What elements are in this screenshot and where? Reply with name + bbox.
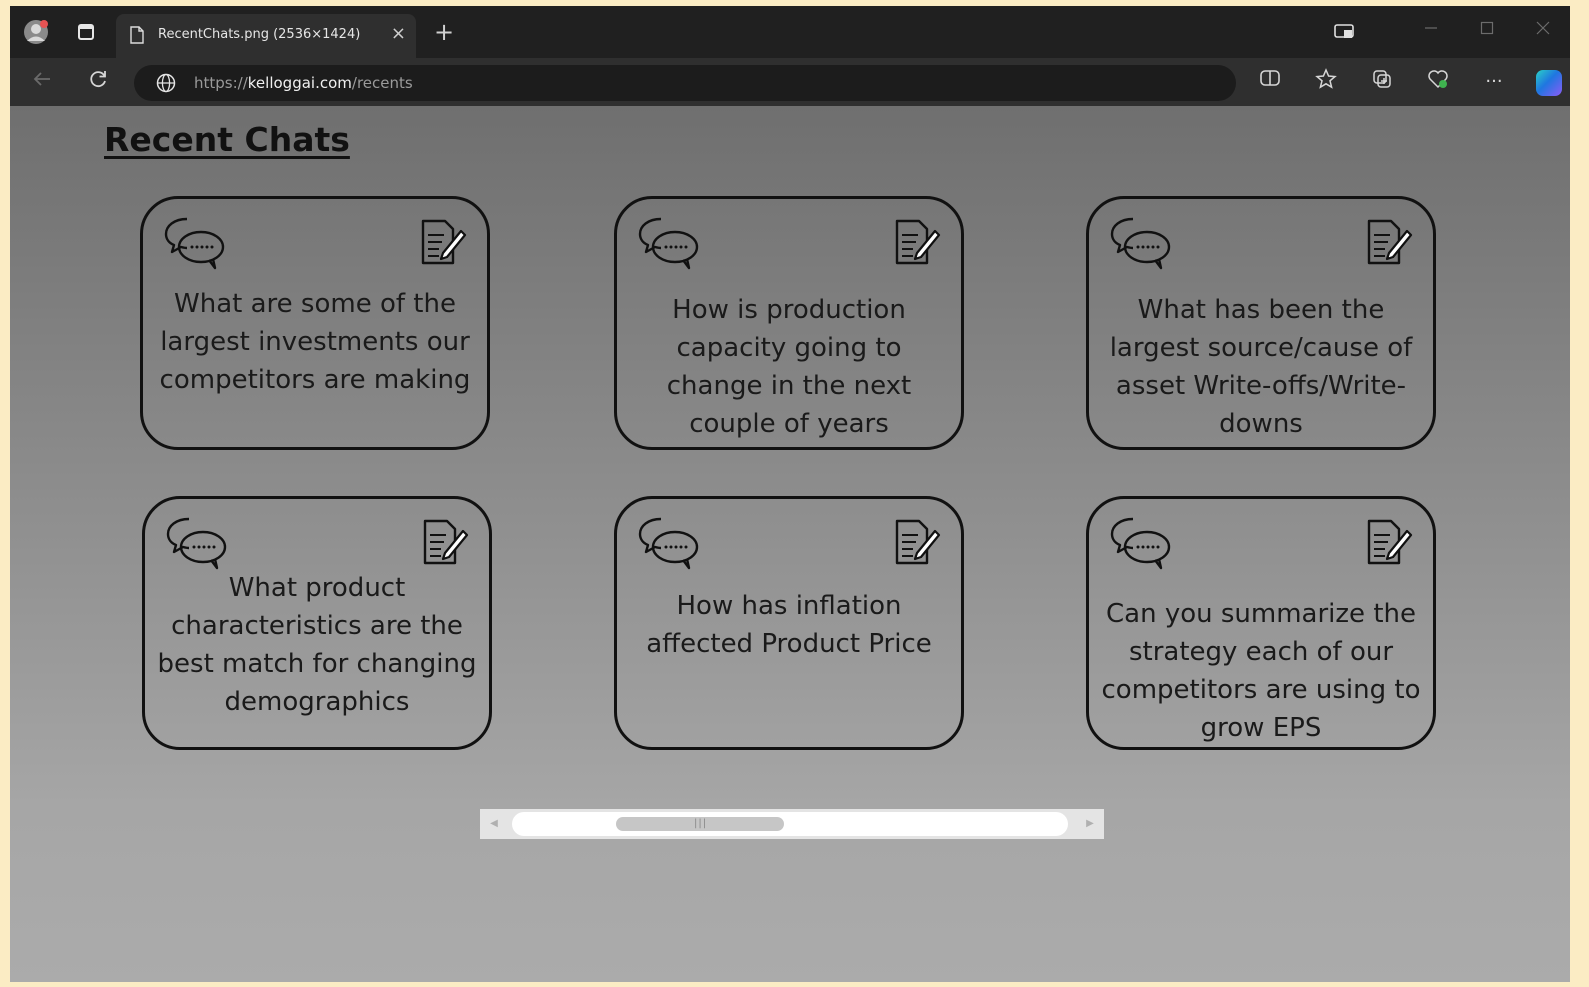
horizontal-scrollbar[interactable]: ◀ ||| ▶	[480, 809, 1104, 839]
grip-icon: |||	[694, 818, 708, 829]
active-tab[interactable]: RecentChats.png (2536×1424) ×	[116, 14, 416, 58]
chat-bubbles-icon	[1110, 217, 1171, 270]
chat-bubbles-icon	[166, 517, 227, 570]
chat-bubbles-icon	[638, 517, 699, 570]
reading-view-icon[interactable]	[1256, 68, 1284, 96]
tab-actions-icon[interactable]	[72, 18, 100, 46]
edit-document-icon[interactable]	[1363, 517, 1413, 567]
new-tab-button[interactable]: +	[434, 20, 454, 44]
profile-avatar-icon[interactable]	[22, 18, 50, 46]
chat-bubbles-icon	[638, 217, 699, 270]
close-window-icon[interactable]	[1536, 20, 1550, 39]
document-icon	[130, 26, 144, 44]
edit-document-icon[interactable]	[1363, 217, 1413, 267]
address-bar[interactable]: https://kelloggai.com/recents	[134, 65, 1236, 101]
recent-chat-card[interactable]: Can you summarize the strategy each of o…	[1086, 496, 1436, 750]
collections-icon[interactable]	[1368, 68, 1396, 96]
browser-window: RecentChats.png (2536×1424) × + https://…	[10, 6, 1570, 982]
chat-question-text: What are some of the largest investments…	[159, 289, 471, 395]
browser-essentials-icon[interactable]	[1424, 68, 1452, 96]
scrollbar-track[interactable]: |||	[512, 812, 1068, 836]
close-tab-icon[interactable]: ×	[391, 24, 406, 44]
copilot-icon[interactable]	[1536, 70, 1562, 96]
chat-bubbles-icon	[1110, 517, 1171, 570]
chat-question-text: What product characteristics are the bes…	[157, 573, 477, 717]
split-screen-icon[interactable]	[1330, 18, 1358, 46]
chat-question-text: How has inflation affected Product Price	[646, 591, 932, 659]
page-viewport: Recent Chats What are some of the larges…	[10, 106, 1570, 982]
recent-chat-card[interactable]: What has been the largest source/cause o…	[1086, 196, 1436, 450]
url-text: https://kelloggai.com/recents	[194, 74, 413, 92]
favorite-star-icon[interactable]	[1312, 68, 1340, 96]
chat-question-text: What has been the largest source/cause o…	[1109, 295, 1413, 439]
navigation-bar: https://kelloggai.com/recents ···	[10, 58, 1570, 106]
more-menu-icon[interactable]: ···	[1480, 68, 1508, 96]
back-arrow-icon[interactable]	[28, 68, 56, 96]
scroll-right-arrow-icon[interactable]: ▶	[1082, 816, 1098, 832]
chat-question-text: Can you summarize the strategy each of o…	[1101, 599, 1421, 743]
tab-title: RecentChats.png (2536×1424)	[158, 27, 361, 42]
recent-chat-card[interactable]: What are some of the largest investments…	[140, 196, 490, 450]
maximize-icon[interactable]	[1480, 20, 1494, 39]
globe-icon	[156, 73, 176, 93]
edit-document-icon[interactable]	[417, 217, 467, 267]
chat-bubbles-icon	[164, 217, 225, 270]
page-title: Recent Chats	[104, 120, 350, 159]
minimize-icon[interactable]	[1424, 20, 1438, 39]
recent-chat-card[interactable]: How has inflation affected Product Price	[614, 496, 964, 750]
edit-document-icon[interactable]	[891, 217, 941, 267]
scrollbar-thumb[interactable]: |||	[616, 817, 784, 831]
scroll-left-arrow-icon[interactable]: ◀	[486, 816, 502, 832]
edit-document-icon[interactable]	[419, 517, 469, 567]
chat-question-text: How is production capacity going to chan…	[666, 295, 912, 439]
edit-document-icon[interactable]	[891, 517, 941, 567]
refresh-icon[interactable]	[84, 68, 112, 96]
recent-chat-card[interactable]: What product characteristics are the bes…	[142, 496, 492, 750]
recent-chat-card[interactable]: How is production capacity going to chan…	[614, 196, 964, 450]
title-bar: RecentChats.png (2536×1424) × +	[10, 6, 1570, 58]
